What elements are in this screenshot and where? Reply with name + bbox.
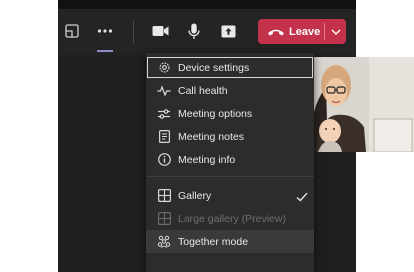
- meeting-window: Leave Device settings Call health Meetin…: [58, 0, 414, 272]
- menu-item-label: Large gallery (Preview): [178, 212, 286, 225]
- mic-button[interactable]: [185, 21, 203, 41]
- leave-button-group: Leave: [258, 19, 346, 44]
- menu-item-label: Gallery: [178, 189, 212, 202]
- people-icon: [157, 235, 171, 249]
- grid-icon: [157, 212, 171, 226]
- menu-item-label: Meeting options: [178, 107, 253, 120]
- title-strip: [58, 0, 356, 9]
- menu-item-label: Device settings: [178, 61, 250, 74]
- menu-item-label: Meeting notes: [178, 130, 244, 143]
- more-options-menu: Device settings Call health Meeting opti…: [146, 53, 314, 272]
- grid-icon: [157, 189, 171, 203]
- menu-item-meeting-options[interactable]: Meeting options: [146, 102, 314, 125]
- menu-item-together-mode[interactable]: Together mode: [146, 230, 314, 253]
- more-active-indicator: [97, 50, 113, 52]
- menu-item-label: Together mode: [178, 235, 249, 248]
- meeting-toolbar: Leave: [58, 9, 356, 55]
- toolbar-divider: [133, 21, 134, 43]
- info-icon: [157, 153, 171, 167]
- checkmark-icon: [296, 189, 308, 207]
- pulse-icon: [157, 84, 171, 98]
- gear-icon: [157, 61, 171, 75]
- mic-icon: [188, 23, 200, 39]
- more-icon: [97, 29, 113, 33]
- menu-divider: [146, 176, 314, 177]
- leave-options-button[interactable]: [325, 19, 346, 44]
- camera-button[interactable]: [151, 23, 169, 39]
- hangup-icon: [268, 29, 284, 35]
- share-icon: [221, 25, 235, 37]
- chevron-down-icon: [331, 29, 340, 35]
- menu-item-meeting-info[interactable]: Meeting info: [146, 148, 314, 171]
- leave-button[interactable]: Leave: [258, 19, 324, 44]
- menu-item-label: Meeting info: [178, 153, 236, 166]
- more-options-button[interactable]: [96, 23, 114, 39]
- notes-icon: [157, 130, 171, 144]
- menu-item-device-settings[interactable]: Device settings: [146, 56, 314, 79]
- share-button[interactable]: [219, 22, 237, 40]
- camera-icon: [152, 26, 168, 36]
- sliders-icon: [157, 107, 171, 121]
- menu-item-gallery[interactable]: Gallery: [146, 184, 314, 207]
- participant-video: [314, 57, 414, 152]
- menu-item-label: Call health: [178, 84, 228, 97]
- share-tray-icon[interactable]: [64, 23, 80, 39]
- menu-item-call-health[interactable]: Call health: [146, 79, 314, 102]
- participant-photo: [314, 57, 414, 152]
- menu-item-large-gallery: Large gallery (Preview): [146, 207, 314, 230]
- menu-item-meeting-notes[interactable]: Meeting notes: [146, 125, 314, 148]
- leave-label: Leave: [289, 25, 321, 38]
